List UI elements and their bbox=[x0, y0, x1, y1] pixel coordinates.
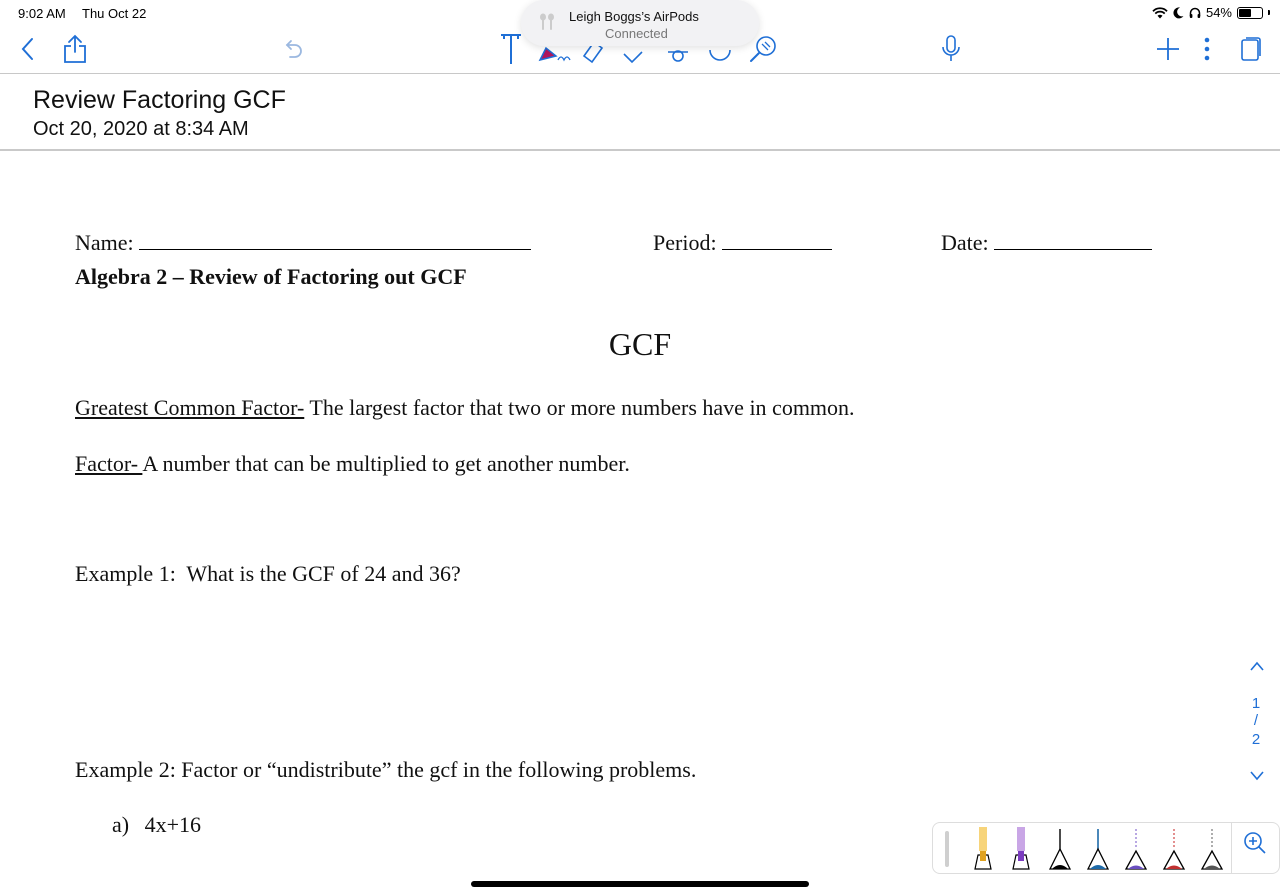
status-time: 9:02 AM bbox=[18, 6, 66, 21]
undo-button[interactable] bbox=[282, 32, 304, 66]
pencil-gray-icon[interactable] bbox=[1199, 825, 1225, 871]
text-tool-button[interactable] bbox=[498, 32, 524, 66]
highlighter-purple-icon[interactable] bbox=[1009, 825, 1033, 871]
battery-level bbox=[1239, 8, 1251, 17]
airpods-icon bbox=[540, 13, 554, 30]
highlighter-yellow-icon[interactable] bbox=[971, 825, 995, 871]
add-page-button[interactable] bbox=[1156, 32, 1180, 66]
home-indicator[interactable] bbox=[471, 881, 809, 887]
plus-icon bbox=[1157, 38, 1179, 60]
definition-gcf-term: Greatest Common Factor- bbox=[75, 395, 305, 420]
total-page-number: 2 bbox=[1251, 731, 1261, 748]
airpods-title: Leigh Boggs’s AirPods bbox=[569, 9, 699, 24]
example-1: Example 1: What is the GCF of 24 and 36? bbox=[75, 561, 461, 586]
name-field: Name: bbox=[75, 230, 532, 256]
headphones-icon bbox=[1189, 7, 1201, 18]
definition-gcf: Greatest Common Factor- The largest fact… bbox=[75, 395, 855, 421]
record-audio-button[interactable] bbox=[940, 32, 962, 66]
period-field: Period: bbox=[653, 230, 833, 256]
date-field: Date: bbox=[941, 230, 1153, 256]
share-button[interactable] bbox=[62, 32, 88, 66]
pen-black-icon[interactable] bbox=[1047, 825, 1073, 871]
pen-blue-icon[interactable] bbox=[1085, 825, 1111, 871]
back-button[interactable] bbox=[20, 32, 36, 66]
worksheet-subtitle: Algebra 2 – Review of Factoring out GCF bbox=[75, 264, 467, 289]
problem-a: a) 4x+16 bbox=[112, 812, 201, 838]
wifi-icon bbox=[1152, 6, 1168, 18]
problem-a-label: a) bbox=[112, 812, 130, 837]
period-blank bbox=[722, 234, 833, 250]
definition-factor: Factor- A number that can be multiplied … bbox=[75, 451, 630, 477]
chevron-up-icon bbox=[1250, 661, 1264, 671]
current-page-number: 1 bbox=[1251, 695, 1261, 712]
date-blank bbox=[994, 234, 1153, 250]
chevron-left-icon bbox=[21, 38, 33, 60]
page-separator: / bbox=[1253, 712, 1259, 729]
period-label: Period: bbox=[653, 230, 717, 255]
battery-icon bbox=[1237, 6, 1263, 19]
text-tool-icon bbox=[501, 34, 521, 64]
definition-gcf-text: The largest factor that two or more numb… bbox=[304, 395, 855, 420]
worksheet-heading: GCF bbox=[608, 326, 672, 362]
status-indicators: 54% bbox=[1152, 5, 1270, 20]
zoom-button[interactable] bbox=[1232, 822, 1280, 874]
definition-factor-text: A number that can be multiplied to get a… bbox=[142, 451, 630, 476]
moon-icon bbox=[1173, 6, 1184, 18]
airpods-connected-banner: Leigh Boggs’s AirPods Connected bbox=[521, 0, 759, 46]
chevron-down-icon bbox=[1250, 771, 1264, 781]
date-label: Date: bbox=[941, 230, 989, 255]
pencil-purple-icon[interactable] bbox=[1123, 825, 1149, 871]
previous-page-button[interactable] bbox=[1250, 658, 1264, 675]
problem-a-expression: 4x+16 bbox=[144, 812, 202, 837]
share-icon bbox=[64, 34, 86, 63]
pencil-red-icon[interactable] bbox=[1161, 825, 1187, 871]
header-divider bbox=[0, 149, 1280, 151]
next-page-button[interactable] bbox=[1250, 768, 1264, 785]
status-date: Thu Oct 22 bbox=[82, 6, 147, 21]
note-title[interactable]: Review Factoring GCF bbox=[33, 86, 286, 115]
definition-factor-term: Factor- bbox=[75, 451, 143, 476]
undo-icon bbox=[285, 40, 302, 58]
note-date: Oct 20, 2020 at 8:34 AM bbox=[33, 118, 249, 140]
name-blank bbox=[139, 234, 532, 250]
name-label: Name: bbox=[75, 230, 134, 255]
zoom-in-icon bbox=[1244, 832, 1266, 854]
battery-tip bbox=[1268, 10, 1270, 15]
airpods-status: Connected bbox=[605, 26, 668, 41]
battery-percent: 54% bbox=[1205, 5, 1232, 20]
tray-handle[interactable] bbox=[945, 831, 949, 867]
pages-icon bbox=[1241, 37, 1261, 61]
more-vertical-icon bbox=[1204, 37, 1210, 61]
pages-button[interactable] bbox=[1240, 32, 1262, 66]
more-options-button[interactable] bbox=[1203, 32, 1211, 66]
microphone-icon bbox=[942, 35, 960, 61]
example-2: Example 2: Factor or “undistribute” the … bbox=[75, 757, 697, 782]
pen-tray bbox=[932, 822, 1232, 874]
